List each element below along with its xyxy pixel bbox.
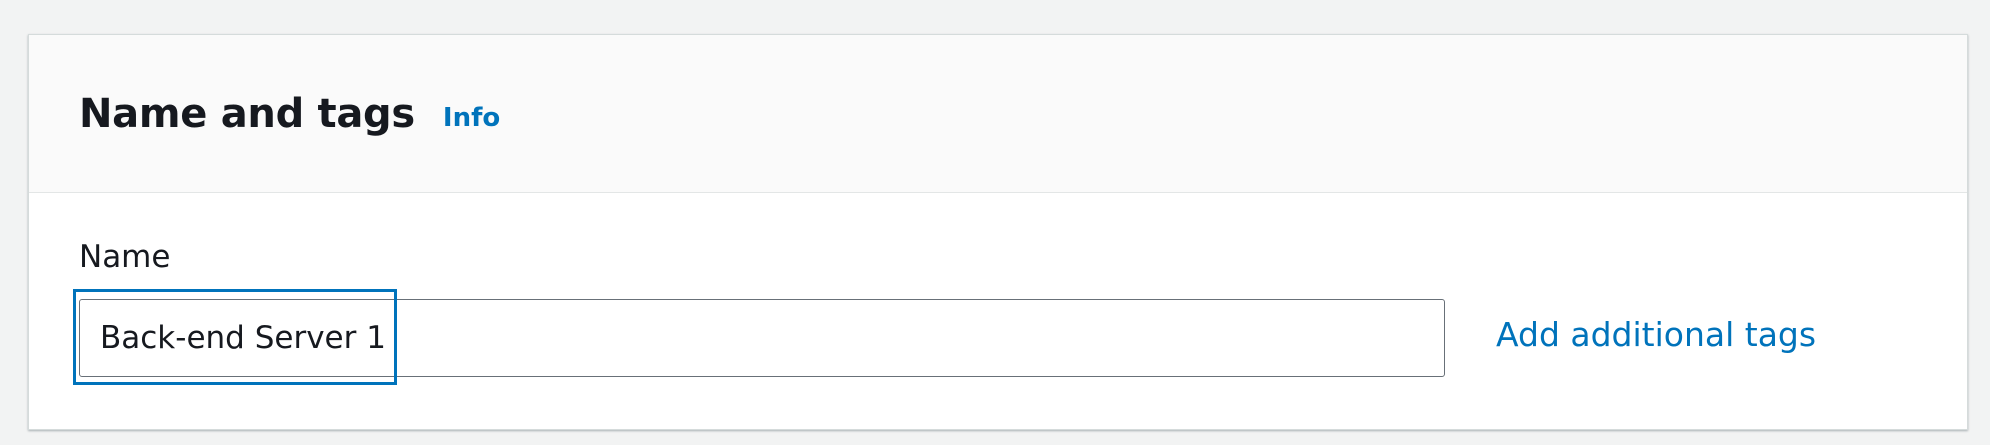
panel-header: Name and tags Info [29, 35, 1967, 193]
name-field-label: Name [79, 239, 171, 275]
panel-body: Name Add additional tags [29, 193, 1967, 429]
name-and-tags-panel: Name and tags Info Name Add additional t… [28, 34, 1968, 430]
name-input[interactable] [79, 299, 1445, 377]
info-link[interactable]: Info [443, 103, 500, 133]
add-additional-tags-link[interactable]: Add additional tags [1496, 315, 1816, 354]
panel-title: Name and tags [79, 90, 415, 137]
